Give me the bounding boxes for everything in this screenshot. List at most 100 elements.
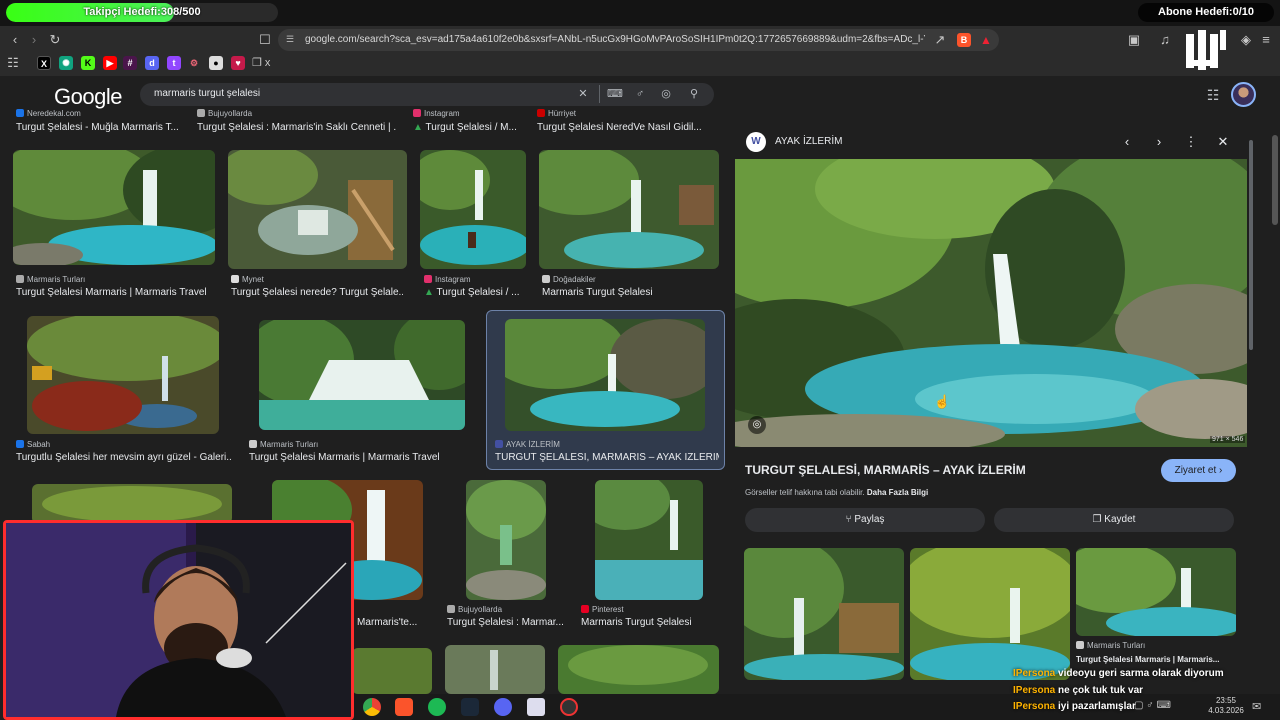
more-info-link[interactable]: Daha Fazla Bilgi [867,488,928,497]
result-title[interactable]: Turgut Şelalesi nerede? Turgut Şelale... [231,287,403,299]
result-title[interactable]: Turgut Şelalesi : Marmar... [447,617,565,629]
result-source[interactable]: Marmaris Turları [249,440,449,450]
bookmark-icon[interactable]: ☐ [255,30,275,50]
kick-bookmark-icon[interactable]: K [81,56,95,70]
sidebar-icon[interactable]: ▣ [1124,30,1144,50]
result-source[interactable]: Mynet [231,275,401,285]
spotify-taskbar-icon[interactable] [428,698,446,716]
result-title[interactable]: Turgut Şelalesi NeredVe Nasıl Gidil... [537,122,717,134]
brave-rewards-icon[interactable]: ▲ [979,33,993,47]
result-source[interactable]: Bujuyollarda [197,109,397,119]
share-icon[interactable]: ↗ [930,30,950,50]
search-input[interactable]: marmaris turgut şelalesi [154,87,260,101]
microphone-icon[interactable]: ♂ [632,86,648,102]
result-image[interactable] [32,484,232,524]
result-source[interactable]: AYAK İZLERİM [495,440,715,450]
x-bookmark-icon[interactable]: X [37,56,51,70]
result-image[interactable] [445,645,545,694]
github-bookmark-icon[interactable]: ● [209,56,223,70]
chatgpt-bookmark-icon[interactable]: ✺ [59,56,73,70]
chrome-taskbar-icon[interactable] [363,698,381,716]
media-icon[interactable]: ♫ [1155,30,1175,50]
folder-bookmark-icon[interactable]: ❐ x [252,56,270,69]
save-button[interactable]: ❐ Kaydet [994,508,1234,532]
notepad-taskbar-icon[interactable] [527,698,545,716]
result-title[interactable]: Turgut Şelalesi Marmaris | Marmaris Trav… [16,287,216,299]
result-image[interactable] [539,150,719,269]
next-icon[interactable]: › [1150,133,1168,151]
result-image[interactable] [466,480,546,600]
result-title[interactable]: Turgutlu Şelalesi her mevsim ayrı güzel … [16,452,232,464]
result-image[interactable] [505,319,705,431]
result-image[interactable] [228,150,407,269]
prev-icon[interactable]: ‹ [1118,133,1136,151]
result-title[interactable]: TURGUT ŞELALESİ, MARMARİS – AYAK İZLERİM [495,452,719,464]
visit-button[interactable]: Ziyaret et › [1161,459,1236,482]
back-icon[interactable]: ‹ [5,30,25,50]
slack-bookmark-icon[interactable]: # [123,56,137,70]
result-title[interactable]: ▲ Turgut Şelalesi / ... [424,287,524,299]
related-title[interactable]: Turgut Şelalesi Marmaris | Marmaris... [1076,654,1236,666]
forward-icon[interactable]: › [24,30,44,50]
related-source[interactable]: Marmaris Turları [1076,641,1236,651]
keyboard-icon[interactable]: ⌨ [607,86,623,102]
lens-icon[interactable]: ◎ [658,86,674,102]
raspberry-bookmark-icon[interactable]: ♥ [231,56,245,70]
result-image[interactable] [27,316,219,434]
result-source[interactable]: Instagram [424,275,524,285]
result-title[interactable]: Turgut Şelalesi : Marmaris'in Saklı Cenn… [197,122,397,134]
steam-taskbar-icon[interactable] [461,698,479,716]
settings-bookmark-icon[interactable]: ⚙ [187,56,201,70]
result-title[interactable]: Marmaris Turgut Şelalesi [542,287,718,299]
result-image[interactable] [595,480,703,600]
result-image[interactable] [259,320,465,430]
avatar[interactable] [1231,82,1256,107]
taskbar-clock[interactable]: 23:55 4.03.2026 [1208,696,1244,716]
panel-title[interactable]: TURGUT ŞELALESİ, MARMARİS – AYAK İZLERİM [745,463,1026,477]
more-options-icon[interactable]: ⋮ [1182,133,1200,151]
panel-scrollbar[interactable] [1249,140,1253,350]
result-source[interactable]: Neredekal.com [16,109,206,119]
google-logo[interactable]: Google [54,84,122,110]
visual-search-icon[interactable]: ◎ [748,416,766,434]
google-apps-icon[interactable]: ☷ [1205,87,1221,103]
clear-icon[interactable]: ✕ [575,86,591,102]
result-source[interactable]: Bujuyollarda [447,605,567,615]
result-title[interactable]: ▲ Turgut Şelalesi / M... [413,122,523,134]
discord-taskbar-icon[interactable] [494,698,512,716]
twitch-bookmark-icon[interactable]: t [167,56,181,70]
result-title[interactable]: Turgut Şelalesi - Muğla Marmaris T... [16,122,206,134]
result-source[interactable]: Marmaris Turları [16,275,206,285]
close-icon[interactable]: ✕ [1214,133,1232,151]
page-scrollbar[interactable] [1272,135,1278,225]
site-info-icon[interactable]: ☰ [286,34,294,45]
related-image[interactable] [910,548,1070,680]
result-source[interactable]: Pinterest [581,605,701,615]
vpn-icon[interactable]: ◈ [1236,30,1256,50]
tray-icons[interactable]: ▢ ♂ ⌨ [1134,700,1171,711]
result-source[interactable]: Hürriyet [537,109,717,119]
related-image[interactable] [1076,548,1236,636]
result-source[interactable]: Instagram [413,109,523,119]
discord-bookmark-icon[interactable]: d [145,56,159,70]
youtube-bookmark-icon[interactable]: ▶ [103,56,117,70]
obs-taskbar-icon[interactable] [560,698,578,716]
apps-grid-icon[interactable]: ☷ [3,53,23,73]
result-image[interactable] [558,645,719,694]
result-title[interactable]: Turgut Şelalesi Marmaris | Marmaris Trav… [249,452,469,464]
panel-source-name[interactable]: AYAK İZLERİM [775,136,842,148]
search-icon[interactable]: ⚲ [686,86,702,102]
menu-icon[interactable]: ≡ [1256,30,1276,50]
result-source[interactable]: Sabah [16,440,216,450]
result-image[interactable] [420,150,526,269]
result-source[interactable]: Doğadakiler [542,275,712,285]
reload-icon[interactable]: ↻ [45,30,65,50]
share-button[interactable]: ⑂ Paylaş [745,508,985,532]
url-text[interactable]: google.com/search?sca_esv=ad175a4a610f2e… [305,33,925,47]
brave-shield-icon[interactable]: B [957,33,971,47]
result-image[interactable] [352,648,432,694]
result-image[interactable] [13,150,215,265]
notifications-icon[interactable]: ✉ [1252,700,1261,713]
result-title[interactable]: Marmaris Turgut Şelalesi [581,617,711,629]
brave-taskbar-icon[interactable] [395,698,413,716]
